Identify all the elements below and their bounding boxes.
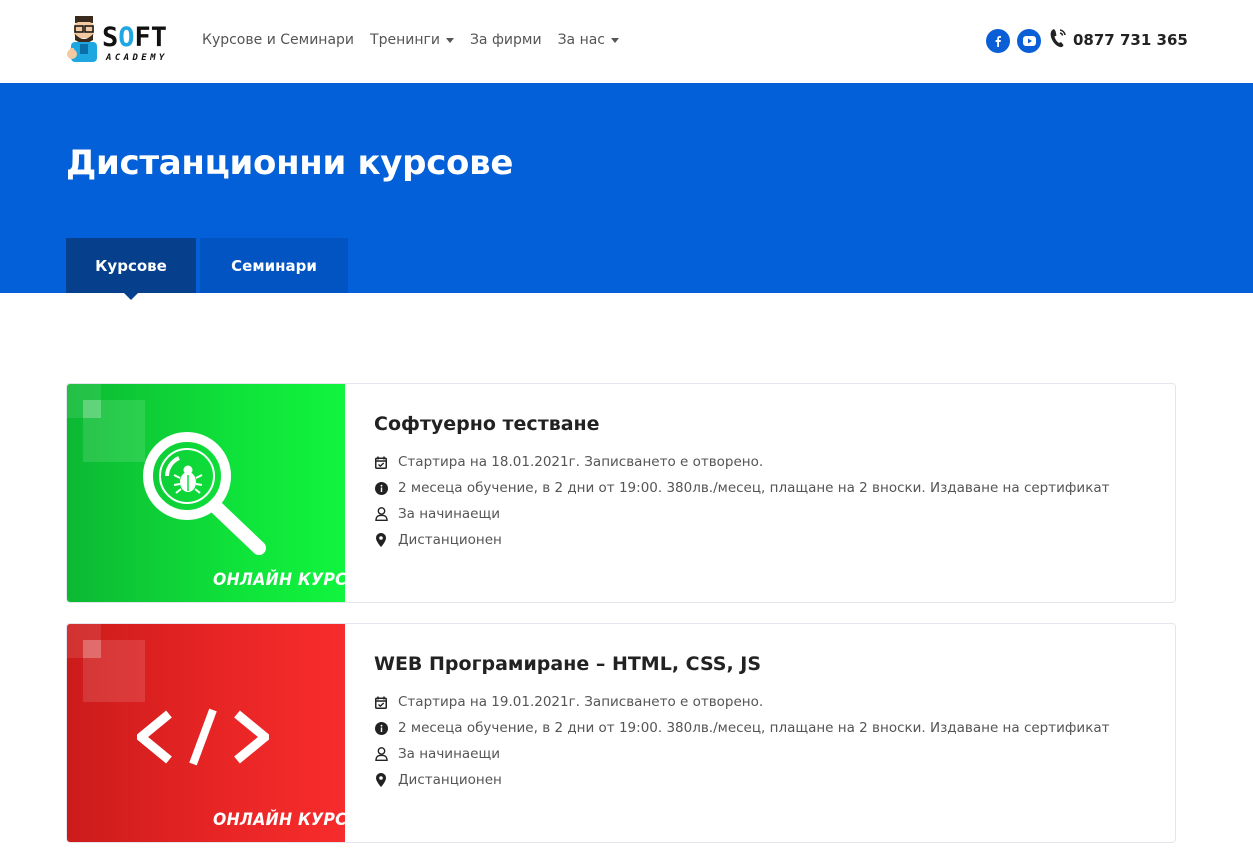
course-level-row: За начинаещи xyxy=(374,504,500,524)
user-icon xyxy=(374,747,388,761)
active-tab-pointer xyxy=(123,292,139,300)
course-details-row: 2 месеца обучение, в 2 дни от 19:00. 380… xyxy=(374,478,1110,498)
course-thumbnail[interactable]: ОНЛАЙН КУРС xyxy=(67,624,345,842)
course-start-row: Стартира на 18.01.2021г. Записването е о… xyxy=(374,452,763,472)
course-card[interactable]: ОНЛАЙН КУРС WEB Програмиране – HTML, CSS… xyxy=(66,623,1176,843)
nav-label: Курсове и Семинари xyxy=(202,32,355,48)
tab-label: Курсове xyxy=(95,256,167,275)
course-location-text: Дистанционен xyxy=(398,532,502,548)
caret-down-icon xyxy=(611,38,619,43)
calendar-check-icon xyxy=(374,455,388,469)
course-location-text: Дистанционен xyxy=(398,772,502,788)
map-marker-icon xyxy=(374,773,388,787)
course-location-row: Дистанционен xyxy=(374,770,502,790)
logo-text-sub: ACADEMY xyxy=(106,53,168,63)
course-level-text: За начинаещи xyxy=(398,506,500,522)
phone-icon xyxy=(1050,29,1066,48)
user-icon xyxy=(374,507,388,521)
course-title[interactable]: WEB Програмиране – HTML, CSS, JS xyxy=(374,653,761,675)
nav-item-courses[interactable]: Курсове и Семинари xyxy=(202,32,354,48)
code-icon xyxy=(137,708,269,766)
online-course-badge: ОНЛАЙН КУРС xyxy=(213,810,345,830)
nav-item-trainings[interactable]: Тренинги xyxy=(370,32,454,48)
course-thumbnail[interactable]: ОНЛАЙН КУРС xyxy=(67,384,345,602)
decor-square xyxy=(83,640,101,658)
page-title: Дистанционни курсове xyxy=(66,143,514,183)
online-course-badge: ОНЛАЙН КУРС xyxy=(213,570,345,590)
course-details-row: 2 месеца обучение, в 2 дни от 19:00. 380… xyxy=(374,718,1110,738)
course-start-row: Стартира на 19.01.2021г. Записването е о… xyxy=(374,692,763,712)
info-circle-icon xyxy=(374,721,388,735)
youtube-icon[interactable] xyxy=(1017,29,1041,53)
tab-seminars[interactable]: Семинари xyxy=(200,238,348,293)
nav-label: Тренинги xyxy=(370,32,440,48)
logo-text-main: SOFT xyxy=(102,22,168,53)
course-start-text: Стартира на 18.01.2021г. Записването е о… xyxy=(398,454,764,470)
hero-banner: Дистанционни курсове Курсове Семинари xyxy=(0,83,1253,293)
course-level-text: За начинаещи xyxy=(398,746,500,762)
course-details-text: 2 месеца обучение, в 2 дни от 19:00. 380… xyxy=(398,480,1110,496)
tab-label: Семинари xyxy=(231,256,317,275)
bug-magnifier-icon xyxy=(143,432,266,555)
nav-item-companies[interactable]: За фирми xyxy=(470,32,542,48)
info-circle-icon xyxy=(374,481,388,495)
mascot-icon xyxy=(67,16,97,62)
logo[interactable]: SOFT ACADEMY xyxy=(66,14,182,68)
course-card[interactable]: ОНЛАЙН КУРС Софтуерно тестване Стартира … xyxy=(66,383,1176,603)
calendar-check-icon xyxy=(374,695,388,709)
facebook-icon[interactable] xyxy=(986,29,1010,53)
course-title[interactable]: Софтуерно тестване xyxy=(374,413,600,435)
course-details-text: 2 месеца обучение, в 2 дни от 19:00. 380… xyxy=(398,720,1110,736)
site-header: SOFT ACADEMY Курсове и Семинари Тренинги… xyxy=(0,0,1253,83)
caret-down-icon xyxy=(445,38,454,43)
course-start-text: Стартира на 19.01.2021г. Записването е о… xyxy=(398,694,764,710)
decor-square xyxy=(83,400,101,418)
phone-number[interactable]: 0877 731 365 xyxy=(1073,31,1188,49)
course-location-row: Дистанционен xyxy=(374,530,502,550)
map-marker-icon xyxy=(374,533,388,547)
nav-item-about[interactable]: За нас xyxy=(558,32,619,48)
tab-courses[interactable]: Курсове xyxy=(66,238,196,293)
nav-label: За нас xyxy=(557,32,605,48)
nav-label: За фирми xyxy=(469,32,542,48)
course-level-row: За начинаещи xyxy=(374,744,500,764)
main-nav: Курсове и Семинари Тренинги За фирми За … xyxy=(202,30,635,50)
